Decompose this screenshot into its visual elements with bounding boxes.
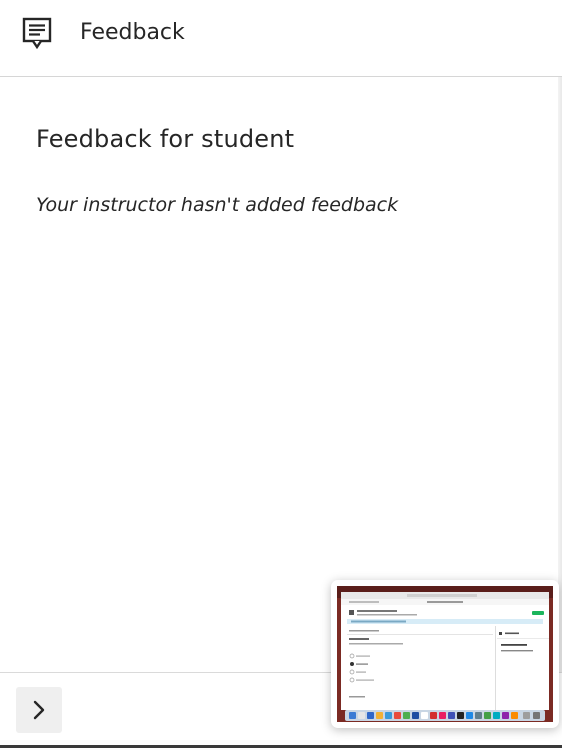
panel-title: Feedback bbox=[80, 20, 185, 45]
panel-header: Feedback bbox=[0, 0, 562, 77]
feedback-section-title: Feedback for student bbox=[36, 125, 295, 153]
screenshot-preview-thumbnail[interactable] bbox=[331, 580, 559, 728]
feedback-panel: Feedback Feedback for student Your instr… bbox=[0, 0, 562, 748]
chevron-right-icon bbox=[33, 700, 45, 720]
expand-panel-button[interactable] bbox=[16, 687, 62, 733]
empty-feedback-message: Your instructor hasn't added feedback bbox=[36, 194, 399, 216]
panel-scroll-edge bbox=[558, 77, 562, 672]
screenshot-preview-image bbox=[337, 586, 553, 722]
feedback-icon bbox=[22, 17, 52, 50]
